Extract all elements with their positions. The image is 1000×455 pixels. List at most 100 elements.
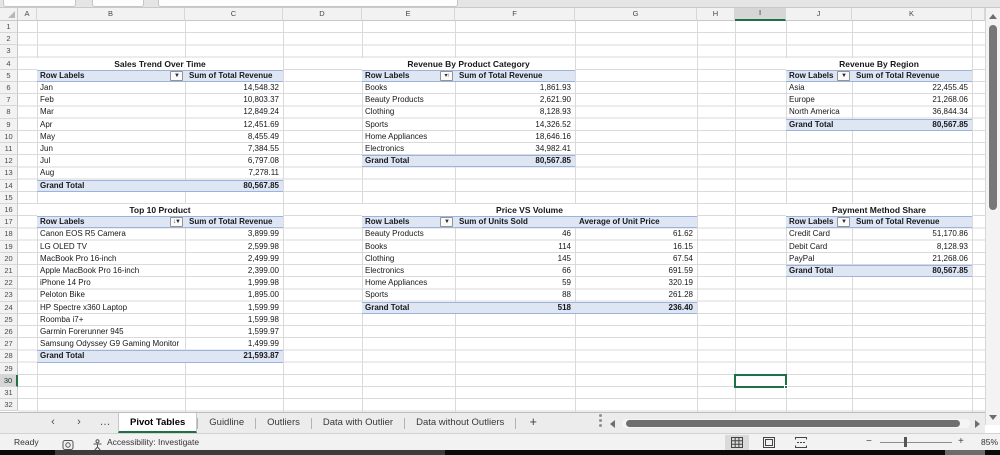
horizontal-scroll-thumb[interactable]: [626, 420, 960, 427]
pivot-value-cell[interactable]: 21,268.06: [852, 253, 968, 265]
row-header-24[interactable]: 24: [0, 301, 18, 314]
sheet-tab-data-with-outlier[interactable]: Data with Outlier: [312, 413, 404, 433]
column-header-D[interactable]: D: [283, 8, 362, 21]
pivot-header-cell[interactable]: Sum of Total Revenue: [856, 70, 939, 82]
row-header-10[interactable]: 10: [0, 130, 18, 143]
row-header-20[interactable]: 20: [0, 252, 18, 265]
pivot-row-label[interactable]: Grand Total: [789, 119, 833, 131]
column-header-F[interactable]: F: [455, 8, 575, 21]
row-header-15[interactable]: 15: [0, 191, 18, 204]
horizontal-scrollbar[interactable]: [622, 419, 970, 428]
sort-ascending-filter-icon[interactable]: ▾↑: [440, 70, 453, 81]
pivot-value-cell[interactable]: 34,982.41: [455, 143, 571, 155]
scroll-up-arrow[interactable]: [989, 14, 997, 19]
sort-descending-filter-icon[interactable]: ↓▼: [170, 217, 183, 228]
pivot-row-label[interactable]: Jan: [40, 82, 53, 94]
pivot-value-cell[interactable]: 691.59: [575, 265, 693, 277]
pivot-value-cell[interactable]: 2,599.98: [185, 241, 279, 253]
row-header-23[interactable]: 23: [0, 289, 18, 302]
pivot-header-cell[interactable]: Average of Unit Price: [579, 216, 660, 228]
pivot-value-cell[interactable]: 1,599.97: [185, 326, 279, 338]
pivot-row-label[interactable]: LG OLED TV: [40, 241, 87, 253]
sheet-nav-back-icon[interactable]: ‹: [40, 413, 66, 433]
column-header-K[interactable]: K: [852, 8, 972, 21]
pivot-value-cell[interactable]: 67.54: [575, 253, 693, 265]
row-header-29[interactable]: 29: [0, 362, 18, 375]
row-header-5[interactable]: 5: [0, 69, 18, 82]
pivot-header-cell[interactable]: Row Labels: [40, 70, 84, 82]
zoom-out-button[interactable]: −: [866, 434, 872, 450]
row-header-32[interactable]: 32: [0, 399, 18, 412]
page-layout-view-icon[interactable]: [757, 435, 781, 450]
pivot-row-label[interactable]: Books: [365, 82, 387, 94]
pivot-row-label[interactable]: Roomba i7+: [40, 314, 83, 326]
sheet-tab-data-without-outliers[interactable]: Data without Outliers: [405, 413, 515, 433]
row-header-6[interactable]: 6: [0, 82, 18, 95]
pivot-header-cell[interactable]: Row Labels: [365, 70, 409, 82]
pivot-value-cell[interactable]: 114: [455, 241, 571, 253]
row-header-1[interactable]: 1: [0, 21, 18, 34]
pivot-row-label[interactable]: Peloton Bike: [40, 289, 85, 301]
pivot-row-label[interactable]: Sports: [365, 119, 388, 131]
hscroll-right-arrow[interactable]: [975, 420, 980, 428]
pivot-value-cell[interactable]: 10,803.37: [185, 94, 279, 106]
pivot-row-label[interactable]: Sports: [365, 289, 388, 301]
pivot-value-cell[interactable]: 3,899.99: [185, 228, 279, 240]
pivot-row-label[interactable]: Home Appliances: [365, 277, 427, 289]
column-header-B[interactable]: B: [37, 8, 185, 21]
row-header-25[interactable]: 25: [0, 313, 18, 326]
pivot-value-cell[interactable]: 51,170.86: [852, 228, 968, 240]
pivot-row-label[interactable]: Grand Total: [40, 180, 84, 192]
pivot-value-cell[interactable]: 2,499.99: [185, 253, 279, 265]
zoom-slider-handle[interactable]: [904, 437, 907, 447]
zoom-in-button[interactable]: +: [958, 434, 964, 450]
column-header-A[interactable]: A: [18, 8, 37, 21]
pivot-title[interactable]: Top 10 Product: [37, 204, 283, 217]
pivot-row-label[interactable]: Grand Total: [365, 302, 409, 314]
pivot-row-label[interactable]: Aug: [40, 167, 54, 179]
pivot-header-cell[interactable]: Sum of Total Revenue: [459, 70, 542, 82]
row-header-30[interactable]: 30: [0, 374, 18, 387]
pivot-header-cell[interactable]: Row Labels: [365, 216, 409, 228]
row-header-11[interactable]: 11: [0, 143, 18, 156]
zoom-level[interactable]: 85%: [972, 434, 998, 450]
pivot-value-cell[interactable]: 16.15: [575, 241, 693, 253]
row-header-13[interactable]: 13: [0, 167, 18, 180]
pivot-row-label[interactable]: Clothing: [365, 253, 394, 265]
row-header-26[interactable]: 26: [0, 326, 18, 339]
row-header-3[interactable]: 3: [0, 45, 18, 58]
pivot-header-cell[interactable]: Row Labels: [789, 70, 833, 82]
pivot-row-label[interactable]: MacBook Pro 16-inch: [40, 253, 116, 265]
sheet-nav-forward-icon[interactable]: ›: [66, 413, 92, 433]
row-header-2[interactable]: 2: [0, 33, 18, 46]
pivot-row-label[interactable]: Credit Card: [789, 228, 830, 240]
pivot-value-cell[interactable]: 80,567.85: [185, 180, 279, 192]
pivot-value-cell[interactable]: 36,844.34: [852, 106, 968, 118]
column-header-E[interactable]: E: [362, 8, 455, 21]
pivot-header-cell[interactable]: Sum of Units Sold: [459, 216, 528, 228]
pivot-row-label[interactable]: Electronics: [365, 265, 404, 277]
pivot-row-label[interactable]: Samsung Odyssey G9 Gaming Monitor: [40, 338, 179, 350]
pivot-row-label[interactable]: Europe: [789, 94, 815, 106]
row-header-16[interactable]: 16: [0, 204, 18, 217]
pivot-row-label[interactable]: North America: [789, 106, 840, 118]
pivot-value-cell[interactable]: 14,548.32: [185, 82, 279, 94]
normal-view-icon[interactable]: [725, 435, 749, 450]
pivot-value-cell[interactable]: 59: [455, 277, 571, 289]
pivot-value-cell[interactable]: 236.40: [575, 302, 693, 314]
row-header-14[interactable]: 14: [0, 179, 18, 192]
pivot-header-cell[interactable]: Row Labels: [789, 216, 833, 228]
vertical-scrollbar[interactable]: [985, 8, 1000, 425]
pivot-value-cell[interactable]: 2,399.00: [185, 265, 279, 277]
pivot-row-label[interactable]: May: [40, 131, 55, 143]
pivot-value-cell[interactable]: 88: [455, 289, 571, 301]
row-header-18[interactable]: 18: [0, 228, 18, 241]
scroll-down-arrow[interactable]: [989, 415, 997, 420]
pivot-row-label[interactable]: Grand Total: [40, 350, 84, 362]
pivot-row-label[interactable]: Feb: [40, 94, 54, 106]
pivot-title[interactable]: Revenue By Product Category: [362, 57, 575, 70]
pivot-value-cell[interactable]: 46: [455, 228, 571, 240]
row-header-31[interactable]: 31: [0, 387, 18, 400]
pivot-row-label[interactable]: Books: [365, 241, 387, 253]
column-header-L[interactable]: [972, 8, 985, 21]
